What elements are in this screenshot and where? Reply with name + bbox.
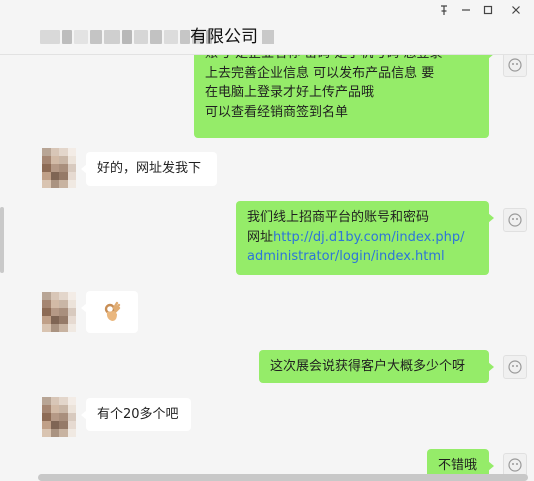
message-bubble-incoming[interactable]	[81, 291, 138, 333]
message-text: 有个20多个吧	[97, 407, 179, 422]
chat-title: 有限公司	[190, 27, 258, 47]
url-link[interactable]: administrator/login/index.html	[247, 247, 479, 267]
ok-hand-icon	[104, 301, 121, 321]
contact-avatar[interactable]	[42, 397, 76, 437]
url-link[interactable]: http://dj.d1by.com/index.php/	[273, 230, 465, 245]
message-text: 这次展会说获得客户大概多少个呀	[270, 359, 466, 374]
message-line: 账号 是企业名称 密码 是手机号码 您登录	[205, 55, 479, 64]
message-text: 网址	[247, 229, 274, 245]
message-text: 好的，网址发我下	[97, 161, 202, 176]
message-line: 在电脑上登录才好上传产品哦	[205, 85, 375, 100]
message-bubble-outgoing[interactable]: 账号 是企业名称 密码 是手机号码 您登录 上去完善企业信息 可以发布产品信息 …	[194, 55, 494, 138]
message-bubble-incoming[interactable]: 有个20多个吧	[81, 398, 191, 431]
my-avatar[interactable]	[503, 355, 527, 379]
title-bar: 有限公司	[0, 0, 534, 55]
minimize-icon[interactable]	[456, 4, 476, 20]
message-bubble-incoming[interactable]: 好的，网址发我下	[81, 152, 217, 186]
contact-name-redacted	[40, 26, 214, 48]
message-line: 我们线上招商平台的账号和密码	[247, 210, 430, 225]
message-text: 不错哦	[438, 458, 478, 473]
message-line: 上去完善企业信息 可以发布产品信息 要	[205, 65, 435, 81]
left-panel-scrollbar[interactable]	[0, 207, 4, 273]
title-redacted-block	[262, 30, 274, 44]
my-avatar[interactable]	[503, 55, 527, 77]
chat-messages[interactable]: 账号 是企业名称 密码 是手机号码 您登录 上去完善企业信息 可以发布产品信息 …	[0, 55, 534, 481]
my-avatar[interactable]	[503, 208, 527, 232]
maximize-icon[interactable]	[478, 4, 498, 20]
close-icon[interactable]	[506, 4, 526, 20]
pin-icon[interactable]	[434, 4, 454, 20]
contact-avatar[interactable]	[42, 148, 76, 188]
horizontal-scrollbar[interactable]	[38, 474, 528, 481]
message-bubble-outgoing[interactable]: 这次展会说获得客户大概多少个呀	[259, 350, 494, 383]
message-line: 网址http://dj.d1by.com/index.php/	[247, 228, 479, 248]
message-line: 可以查看经销商签到名单	[205, 104, 349, 120]
contact-avatar[interactable]	[42, 292, 76, 332]
message-bubble-outgoing[interactable]: 我们线上招商平台的账号和密码 网址http://dj.d1by.com/inde…	[236, 201, 494, 275]
